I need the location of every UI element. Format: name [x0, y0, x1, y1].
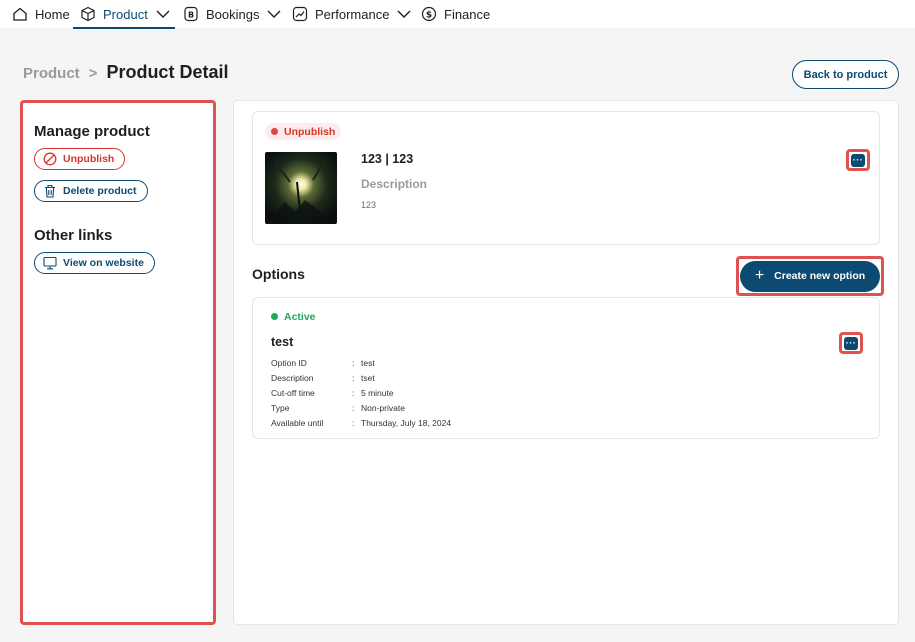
option-card: Active test ··· Option ID : test Descrip…	[252, 297, 880, 439]
detail-colon: :	[352, 403, 355, 413]
breadcrumb-product-link[interactable]: Product	[23, 65, 80, 82]
detail-key: Description	[271, 373, 314, 383]
create-new-option-button[interactable]: + Create new option	[740, 260, 880, 292]
box-icon	[79, 5, 97, 23]
home-icon	[11, 5, 29, 23]
delete-product-button[interactable]: Delete product	[34, 180, 148, 202]
delete-product-label: Delete product	[63, 185, 137, 197]
unpublish-label: Unpublish	[63, 153, 115, 165]
product-description-label: Description	[361, 177, 428, 191]
nav-performance-label: Performance	[315, 6, 390, 22]
breadcrumb-separator: >	[88, 65, 98, 82]
status-dot-icon	[271, 128, 278, 135]
other-links-heading: Other links	[34, 227, 113, 244]
chevron-down-icon	[397, 10, 411, 18]
nav-bookings-label: Bookings	[206, 6, 260, 22]
detail-value: test	[361, 358, 375, 368]
status-badge-label: Unpublish	[284, 125, 336, 138]
svg-text:$: $	[426, 11, 432, 21]
nav-active-indicator	[73, 27, 175, 29]
nav-product-label: Product	[103, 6, 148, 22]
detail-key: Option ID	[271, 358, 307, 368]
nav-home-label: Home	[35, 6, 70, 22]
prohibit-icon	[43, 152, 57, 166]
view-on-website-label: View on website	[63, 257, 144, 269]
nav-performance[interactable]: Performance	[291, 0, 411, 28]
detail-colon: :	[352, 373, 355, 383]
detail-value: tset	[361, 373, 375, 383]
detail-value: Thursday, July 18, 2024	[361, 418, 452, 428]
monitor-icon	[43, 256, 57, 270]
page-title: Product Detail	[106, 62, 229, 82]
nav-home[interactable]: Home	[11, 0, 70, 28]
option-detail-row: Option ID : test	[271, 358, 375, 368]
option-detail-row: Description : tset	[271, 373, 375, 383]
option-name: test	[271, 335, 294, 349]
options-heading: Options	[252, 266, 305, 282]
chevron-down-icon	[267, 10, 281, 18]
option-status-badge: Active	[265, 308, 322, 325]
detail-colon: :	[352, 358, 355, 368]
detail-key: Type	[271, 403, 290, 413]
option-detail-row: Type : Non-private	[271, 403, 405, 413]
detail-value: 5 minute	[361, 388, 394, 398]
detail-colon: :	[352, 418, 355, 428]
breadcrumb: Product > Product Detail	[23, 62, 228, 83]
svg-text:B: B	[188, 11, 194, 20]
trash-icon	[43, 184, 57, 198]
manage-sidebar: Manage product Unpublish Delete product …	[20, 100, 216, 625]
option-status-label: Active	[284, 310, 316, 323]
plus-icon: +	[754, 267, 765, 284]
nav-bookings[interactable]: B Bookings	[182, 0, 281, 28]
unpublish-button[interactable]: Unpublish	[34, 148, 126, 170]
status-badge: Unpublish	[265, 123, 342, 140]
option-more-button[interactable]: ···	[839, 332, 863, 354]
nav-finance[interactable]: $ Finance	[420, 0, 490, 28]
trend-icon	[291, 5, 309, 23]
bookings-icon: B	[182, 5, 200, 23]
product-description: 123	[361, 200, 377, 210]
more-dots-icon: ···	[851, 153, 865, 167]
create-new-option-label: Create new option	[774, 270, 866, 282]
detail-value: Non-private	[361, 403, 405, 413]
chevron-down-icon	[156, 10, 170, 18]
manage-product-heading: Manage product	[34, 123, 150, 140]
nav-finance-label: Finance	[444, 6, 491, 22]
option-detail-row: Cut-off time : 5 minute	[271, 388, 394, 398]
back-to-product-button[interactable]: Back to product	[792, 60, 899, 89]
product-title: 123 | 123	[361, 152, 414, 166]
dollar-icon: $	[420, 5, 438, 23]
detail-key: Cut-off time	[271, 388, 315, 398]
nav-product[interactable]: Product	[79, 0, 170, 28]
top-nav: Home Product B Bookings Performance $ Fi…	[0, 0, 915, 29]
product-more-button[interactable]: ···	[846, 149, 870, 171]
product-thumbnail	[265, 152, 337, 224]
detail-colon: :	[352, 388, 355, 398]
detail-key: Available until	[271, 418, 324, 428]
product-card: Unpublish 123 | 123 Description 123 ···	[252, 111, 880, 245]
create-option-highlight: + Create new option	[736, 256, 884, 296]
main-panel: Unpublish 123 | 123 Description 123 ··· …	[233, 100, 899, 625]
more-dots-icon: ···	[844, 336, 858, 350]
status-dot-icon	[271, 313, 278, 320]
view-on-website-button[interactable]: View on website	[34, 252, 155, 274]
option-detail-row: Available until : Thursday, July 18, 202…	[271, 418, 451, 428]
